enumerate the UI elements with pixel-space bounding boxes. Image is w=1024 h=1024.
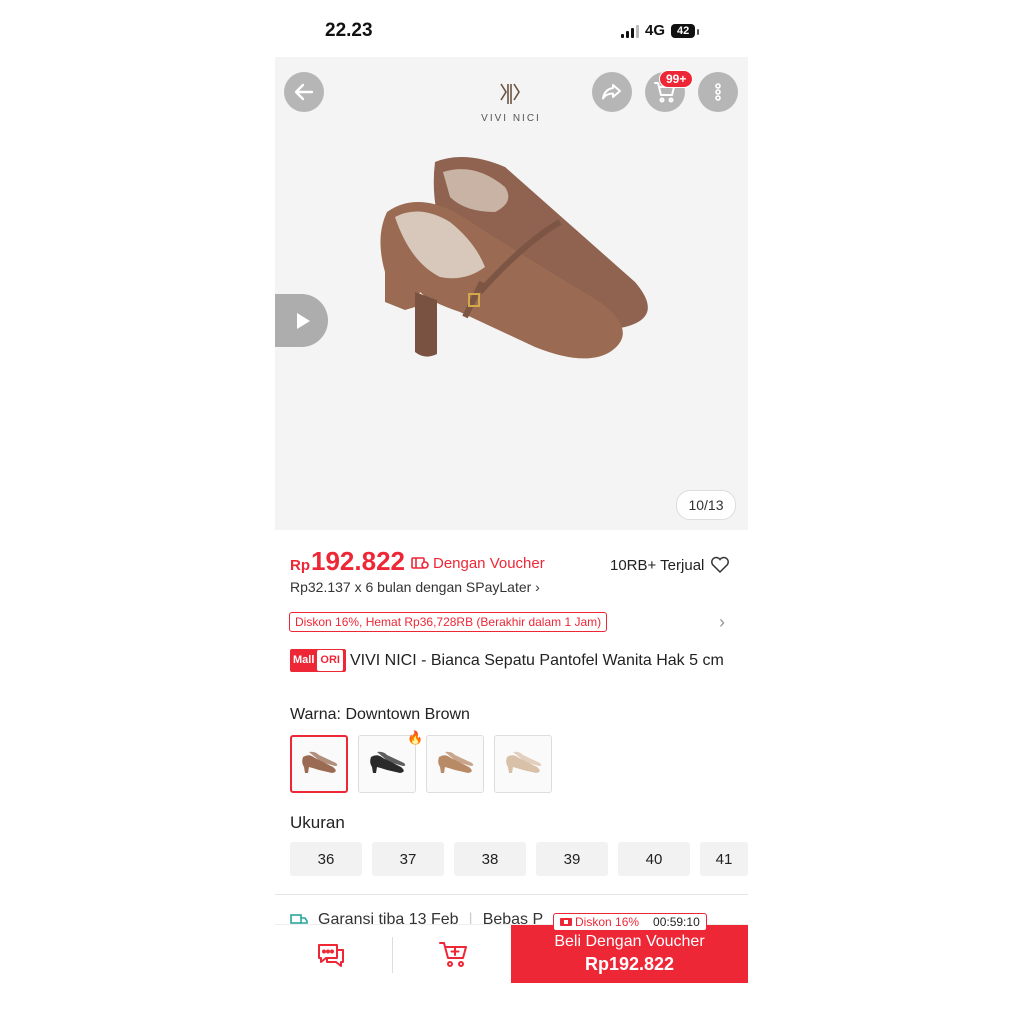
price-value: 192.822 xyxy=(311,546,405,576)
voucher-text: Dengan Voucher xyxy=(432,554,545,572)
variant-selected: Downtown Brown xyxy=(345,706,470,723)
battery-icon: 42 xyxy=(671,23,700,38)
variant-label-text: Warna: xyxy=(290,706,341,723)
ticket-icon xyxy=(560,918,572,926)
bottom-action-bar: Beli Dengan Voucher Rp192.822 xyxy=(275,924,748,1024)
product-title-block: Mall ORI VIVI NICI - Bianca Sepatu Pantofe… xyxy=(290,649,740,672)
sold-count: 10RB+ Terjual xyxy=(610,556,730,574)
size-option[interactable]: 41 xyxy=(700,842,748,876)
variant-swatch[interactable] xyxy=(494,735,552,793)
product-title: VIVI NICI - Bianca Sepatu Pantofel Wanit… xyxy=(349,652,724,669)
back-button[interactable] xyxy=(284,72,324,112)
product-gallery[interactable]: VIVI NICI 99+ 10/13 xyxy=(275,57,748,530)
size-option[interactable]: 36 xyxy=(290,842,362,876)
variant-swatch[interactable] xyxy=(426,735,484,793)
promo-countdown-tag: Diskon 16% 00:59:10 xyxy=(553,913,707,931)
chevron-right-icon[interactable]: › xyxy=(719,612,725,633)
play-video-button[interactable] xyxy=(275,294,328,347)
installment-link[interactable]: Rp32.137 x 6 bulan dengan SPayLater › xyxy=(290,579,540,595)
chat-button[interactable] xyxy=(315,940,347,975)
more-options-button[interactable] xyxy=(698,72,738,112)
size-option[interactable]: 39 xyxy=(536,842,608,876)
cart-count-badge: 99+ xyxy=(659,70,694,88)
add-cart-icon xyxy=(439,942,467,967)
shoe-thumbnail xyxy=(506,751,542,773)
mall-label: Mall xyxy=(293,654,315,666)
currency-label: Rp xyxy=(290,557,310,574)
network-type: 4G xyxy=(645,22,666,39)
shoe-thumbnail xyxy=(438,751,474,773)
buy-price: Rp192.822 xyxy=(584,954,675,974)
bar-divider xyxy=(392,937,393,973)
add-to-cart-button[interactable] xyxy=(438,939,470,974)
image-counter: 10/13 xyxy=(676,490,736,520)
discount-banner[interactable]: Diskon 16%, Hemat Rp36,728RB (Berakhir d… xyxy=(289,612,608,632)
ori-label: ORI xyxy=(317,650,343,671)
divider xyxy=(275,894,748,895)
size-label: Ukuran xyxy=(290,813,345,832)
variant-label: Warna: Downtown Brown xyxy=(290,706,470,724)
more-vertical-icon xyxy=(715,83,721,101)
hot-icon: 🔥 xyxy=(407,730,424,745)
variant-swatch[interactable] xyxy=(290,735,348,793)
status-indicators: 4G 42 xyxy=(621,22,700,39)
shoe-thumbnail xyxy=(370,751,406,773)
price-row: Rp 192.822 Dengan Voucher xyxy=(290,546,545,577)
heart-icon[interactable] xyxy=(710,556,730,574)
size-option[interactable]: 40 xyxy=(618,842,690,876)
signal-icon xyxy=(621,24,639,38)
share-button[interactable] xyxy=(592,72,632,112)
promo-timer: 00:59:10 xyxy=(653,915,700,929)
share-icon xyxy=(602,84,621,100)
play-icon xyxy=(296,312,310,329)
buy-label: Beli Dengan Voucher xyxy=(554,933,705,950)
brand-mark-icon xyxy=(500,83,520,104)
chat-icon xyxy=(318,944,344,967)
status-time: 22.23 xyxy=(325,20,373,41)
mall-ori-badge: Mall ORI xyxy=(290,649,346,672)
brand-name: VIVI NICI xyxy=(481,113,541,124)
voucher-icon xyxy=(411,557,429,569)
sold-text: 10RB+ Terjual xyxy=(610,556,705,574)
brand-logo: VIVI NICI xyxy=(465,82,557,124)
promo-discount-text: Diskon 16% xyxy=(575,915,640,929)
buy-with-voucher-button[interactable]: Beli Dengan Voucher Rp192.822 xyxy=(511,925,748,983)
size-option[interactable]: 38 xyxy=(454,842,526,876)
product-image xyxy=(380,157,648,359)
shoe-thumbnail xyxy=(302,751,338,773)
voucher-label[interactable]: Dengan Voucher xyxy=(411,555,545,572)
size-option[interactable]: 37 xyxy=(372,842,444,876)
arrow-left-icon xyxy=(294,83,314,101)
phone-screen: 22.23 4G 42 VIVI NICI 99+ 10/13 Rp 192.8… xyxy=(275,0,748,1024)
promo-discount: Diskon 16% xyxy=(560,915,639,929)
